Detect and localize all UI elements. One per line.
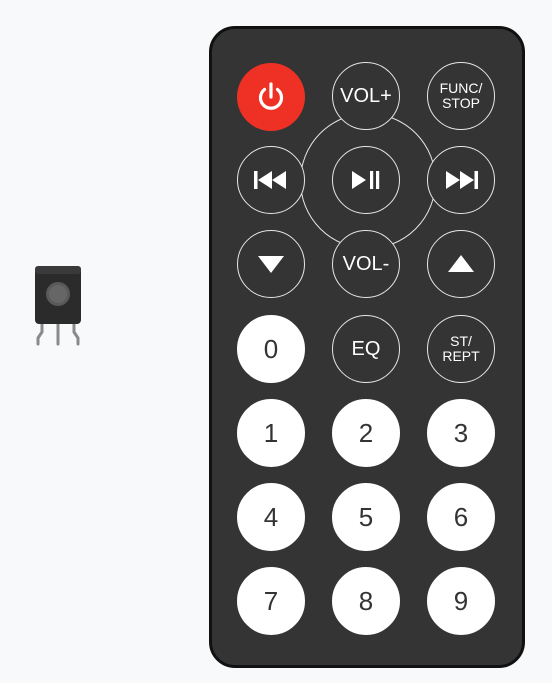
st-rept-label-line1: ST/ (450, 333, 472, 349)
skip-forward-icon (442, 169, 480, 191)
digit-2-button[interactable]: 2 (332, 399, 400, 467)
vol-minus-label: VOL- (342, 253, 390, 275)
digit-0-button[interactable]: 0 (237, 315, 305, 383)
func-stop-button[interactable]: FUNC/ STOP (427, 62, 495, 130)
play-pause-icon (349, 169, 383, 191)
digit-3-label: 3 (453, 418, 469, 448)
digit-8-button[interactable]: 8 (332, 567, 400, 635)
digit-1-label: 1 (263, 418, 279, 448)
digit-4-label: 4 (263, 502, 279, 532)
ir-receiver-icon[interactable] (30, 264, 86, 348)
digit-5-button[interactable]: 5 (332, 483, 400, 551)
previous-button[interactable] (237, 146, 305, 214)
power-icon (254, 80, 288, 114)
digit-1-button[interactable]: 1 (237, 399, 305, 467)
digit-9-label: 9 (453, 586, 469, 616)
up-triangle-icon (446, 253, 476, 275)
digit-6-label: 6 (453, 502, 469, 532)
digit-3-button[interactable]: 3 (427, 399, 495, 467)
digit-5-label: 5 (358, 502, 374, 532)
digit-7-label: 7 (263, 586, 279, 616)
digit-8-label: 8 (358, 586, 374, 616)
digit-9-button[interactable]: 9 (427, 567, 495, 635)
func-stop-label-line1: FUNC/ (439, 80, 483, 96)
st-rept-label-line2: REPT (442, 348, 480, 364)
skip-back-icon (252, 169, 290, 191)
func-stop-label-line2: STOP (442, 95, 480, 111)
power-button[interactable] (237, 63, 305, 131)
digit-0-label: 0 (263, 334, 279, 364)
digit-2-label: 2 (358, 418, 374, 448)
eq-button[interactable]: EQ (332, 315, 400, 383)
play-pause-button[interactable] (332, 146, 400, 214)
next-button[interactable] (427, 146, 495, 214)
vol-plus-label: VOL+ (340, 85, 392, 107)
digit-6-button[interactable]: 6 (427, 483, 495, 551)
up-button[interactable] (427, 230, 495, 298)
st-rept-button[interactable]: ST/ REPT (427, 315, 495, 383)
down-triangle-icon (256, 253, 286, 275)
vol-plus-button[interactable]: VOL+ (332, 62, 400, 130)
digit-4-button[interactable]: 4 (237, 483, 305, 551)
eq-label: EQ (351, 338, 381, 360)
vol-minus-button[interactable]: VOL- (332, 230, 400, 298)
down-button[interactable] (237, 230, 305, 298)
digit-7-button[interactable]: 7 (237, 567, 305, 635)
